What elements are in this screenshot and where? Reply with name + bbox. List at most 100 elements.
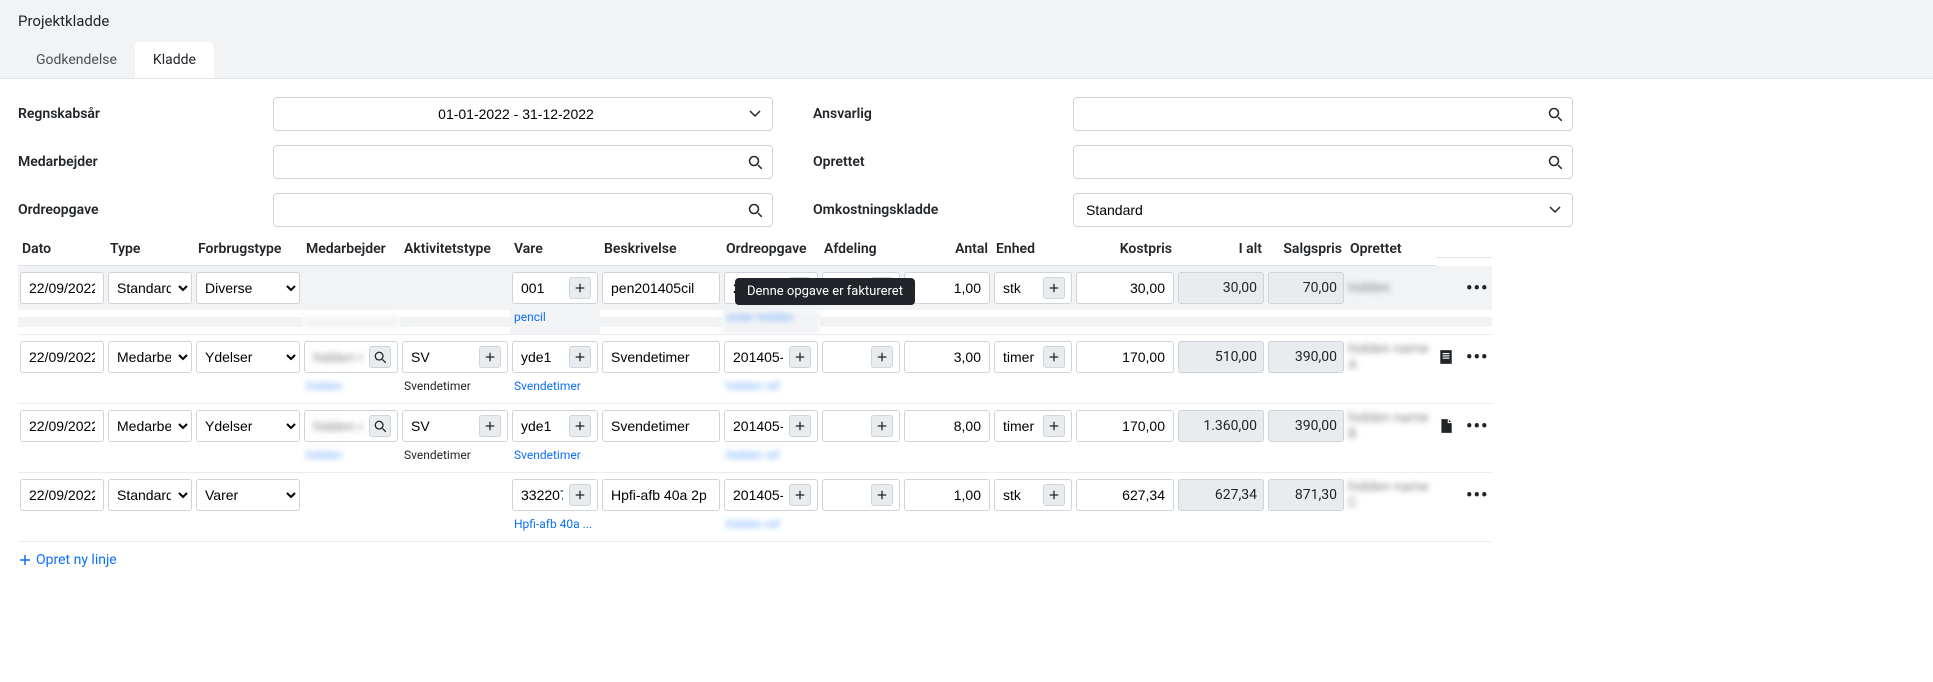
forbrugstype-select[interactable]: Diverse [196, 272, 300, 304]
beskrivelse-input[interactable] [602, 272, 720, 304]
ordreopgave-input[interactable] [724, 479, 818, 511]
medarbejder-input[interactable] [304, 410, 398, 442]
antal-input[interactable] [904, 410, 990, 442]
forbrugstype-select[interactable]: Ydelser [196, 410, 300, 442]
plus-button[interactable] [1043, 277, 1065, 299]
afdeling-input[interactable] [822, 410, 900, 442]
vare-input[interactable] [512, 410, 598, 442]
oprettet-input[interactable] [1084, 153, 1548, 171]
plus-button[interactable] [569, 415, 591, 437]
forbrugstype-select[interactable]: Ydelser [196, 341, 300, 373]
label-medarbejder: Medarbejder [18, 154, 273, 170]
plus-button[interactable] [1043, 484, 1065, 506]
type-select[interactable]: Standard [108, 272, 192, 304]
medarbejder-input[interactable] [304, 341, 398, 373]
enhed-input[interactable] [994, 341, 1072, 373]
date-input[interactable] [20, 341, 104, 373]
search-button[interactable] [369, 346, 391, 368]
filter-oprettet[interactable] [1073, 145, 1573, 179]
kostpris-input[interactable] [1076, 479, 1174, 511]
antal-input[interactable] [904, 272, 990, 304]
sub-link[interactable]: Svendetimer [510, 448, 600, 472]
plus-button[interactable] [789, 484, 811, 506]
sub-link: Svendetimer [400, 379, 510, 403]
ordreopgave-input[interactable] [724, 341, 818, 373]
plus-button[interactable] [789, 346, 811, 368]
kostpris-input[interactable] [1076, 341, 1174, 373]
beskrivelse-input[interactable] [602, 410, 720, 442]
medarbejder-input[interactable] [284, 153, 748, 171]
plus-icon [794, 489, 806, 501]
plus-button[interactable] [569, 484, 591, 506]
label-ansvarlig: Ansvarlig [813, 106, 1073, 122]
aktivitetstype-input[interactable] [402, 341, 508, 373]
plus-button[interactable] [1043, 415, 1065, 437]
enhed-input[interactable] [994, 479, 1072, 511]
col-vare: Vare [510, 233, 600, 266]
document-icon[interactable] [1438, 418, 1454, 434]
search-button[interactable] [369, 415, 391, 437]
vare-input[interactable] [512, 479, 598, 511]
antal-input[interactable] [904, 479, 990, 511]
receipt-icon[interactable] [1438, 349, 1454, 365]
forbrugstype-select[interactable]: Varer [196, 479, 300, 511]
plus-icon [1048, 351, 1060, 363]
vare-input[interactable] [512, 341, 598, 373]
date-input[interactable] [20, 479, 104, 511]
antal-input[interactable] [904, 341, 990, 373]
sub-link: hidden [302, 448, 400, 472]
enhed-input[interactable] [994, 272, 1072, 304]
plus-button[interactable] [479, 346, 501, 368]
type-select[interactable]: Medarbejder [108, 410, 192, 442]
salgspris-value: 390,00 [1268, 341, 1344, 373]
beskrivelse-input[interactable] [602, 479, 720, 511]
plus-button[interactable] [569, 346, 591, 368]
ialt-value: 627,34 [1178, 479, 1264, 511]
plus-button[interactable] [789, 415, 811, 437]
sub-link[interactable]: Svendetimer [510, 379, 600, 403]
sub-link[interactable]: Hpfi-afb 40a ... [510, 517, 600, 541]
plus-button[interactable] [871, 346, 893, 368]
tab-godkendelse[interactable]: Godkendelse [18, 42, 135, 78]
col-ordreopgave: Ordreopgave [722, 233, 820, 266]
sub-link: order hidden [722, 310, 820, 334]
row-more-button[interactable]: ••• [1466, 278, 1488, 299]
afdeling-input[interactable] [822, 479, 900, 511]
plus-button[interactable] [569, 277, 591, 299]
sub-link[interactable]: pencil [510, 310, 600, 334]
ordreopgave-input[interactable] [284, 201, 748, 219]
plus-button[interactable] [871, 415, 893, 437]
beskrivelse-input[interactable] [602, 341, 720, 373]
filter-ansvarlig[interactable] [1073, 97, 1573, 131]
plus-button[interactable] [479, 415, 501, 437]
aktivitetstype-input[interactable] [402, 410, 508, 442]
omkostningskladde-input[interactable] [1084, 201, 1548, 219]
vare-input[interactable] [512, 272, 598, 304]
plus-button[interactable] [1043, 346, 1065, 368]
date-input[interactable] [20, 410, 104, 442]
type-select[interactable]: Medarbejder [108, 341, 192, 373]
kostpris-input[interactable] [1076, 272, 1174, 304]
filter-omkostningskladde[interactable] [1073, 193, 1573, 227]
plus-button[interactable] [871, 484, 893, 506]
create-new-line-label: Opret ny linje [36, 552, 117, 568]
create-new-line[interactable]: Opret ny linje [18, 552, 117, 568]
filter-regnskabsar[interactable] [273, 97, 773, 131]
afdeling-input[interactable] [822, 341, 900, 373]
kostpris-input[interactable] [1076, 410, 1174, 442]
col-ialt: I alt [1176, 233, 1266, 266]
type-select[interactable]: Standard [108, 479, 192, 511]
tab-kladde[interactable]: Kladde [135, 42, 214, 78]
sub-link: hidden ref [722, 517, 820, 541]
row-more-button[interactable]: ••• [1466, 416, 1488, 437]
ordreopgave-input[interactable] [724, 410, 818, 442]
filter-medarbejder[interactable] [273, 145, 773, 179]
filter-ordreopgave[interactable] [273, 193, 773, 227]
col-salgspris: Salgspris [1266, 233, 1346, 266]
ansvarlig-input[interactable] [1084, 105, 1548, 123]
row-more-button[interactable]: ••• [1466, 485, 1488, 506]
enhed-input[interactable] [994, 410, 1072, 442]
row-more-button[interactable]: ••• [1466, 347, 1488, 368]
date-input[interactable] [20, 272, 104, 304]
regnskabsar-input[interactable] [284, 105, 748, 123]
